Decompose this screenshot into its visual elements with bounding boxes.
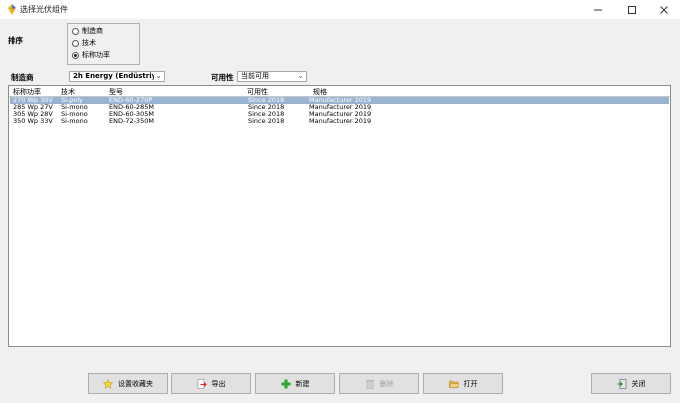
manufacturer-label: 制造商 [11,73,34,82]
sort-option-nominal-power[interactable]: 标称功率 [72,50,110,60]
exit-door-icon [617,378,626,389]
module-table[interactable]: 标称功率 技术 型号 可用性 规格 270 Wp 30V Si-poly END… [8,85,671,347]
manufacturer-select[interactable]: 2h Energy (Endüstriyel El ⌄ [69,71,165,82]
new-button[interactable]: 新建 [255,373,335,394]
availability-select-value: 当前可用 [241,72,269,80]
close-icon[interactable] [648,0,680,19]
open-label: 打开 [463,379,478,388]
app-icon [8,4,16,15]
close-label: 关闭 [631,379,646,388]
cell-availability: Since 2018 [248,117,285,125]
set-favorites-button[interactable]: 设置收藏夹 [88,373,168,394]
chevron-down-icon: ⌄ [296,72,305,81]
cell-specification: Manufacturer 2019 [309,117,372,125]
open-button[interactable]: 打开 [423,373,503,394]
sort-option-label: 标称功率 [82,51,110,59]
sort-options-group: 制造商 技术 标称功率 [67,23,140,65]
cell-model: END-72-350M [109,117,154,125]
radio-button-selected[interactable] [72,51,79,59]
delete-button[interactable]: 删除 [339,373,419,394]
sort-label: 排序 [8,36,23,45]
cell-power: 350 Wp 33V [13,117,53,125]
title-bar: 选择光伏组件 [0,0,680,19]
table-row[interactable]: 350 Wp 33V Si-mono END-72-350M Since 201… [10,118,669,125]
manufacturer-select-value: 2h Energy (Endüstriyel El [73,72,165,80]
radio-button[interactable] [72,39,79,47]
export-label: 导出 [211,379,226,388]
folder-open-icon [448,380,459,388]
chevron-down-icon: ⌄ [154,72,163,81]
cell-technology: Si-mono [61,117,88,125]
module-selection-window: 选择光伏组件 排序 制造商 技术 标称功率 制造商 2h Energy (End… [0,0,680,403]
export-icon [197,378,207,389]
new-label: 新建 [295,379,310,388]
sort-option-label: 制造商 [82,27,103,35]
trash-icon [365,379,374,389]
minimize-icon[interactable] [582,0,614,19]
window-title: 选择光伏组件 [20,5,68,14]
sort-option-technology[interactable]: 技术 [72,38,96,48]
availability-label: 可用性 [211,73,234,82]
availability-select[interactable]: 当前可用 ⌄ [237,71,307,82]
delete-label: 删除 [379,379,394,388]
plus-icon [281,379,290,388]
sort-option-manufacturer[interactable]: 制造商 [72,26,103,36]
close-button[interactable]: 关闭 [591,373,671,394]
export-button[interactable]: 导出 [171,373,251,394]
radio-button[interactable] [72,27,79,35]
star-icon [103,378,113,389]
set-favorites-label: 设置收藏夹 [118,379,153,388]
sort-option-label: 技术 [82,39,96,47]
maximize-icon[interactable] [616,0,648,19]
